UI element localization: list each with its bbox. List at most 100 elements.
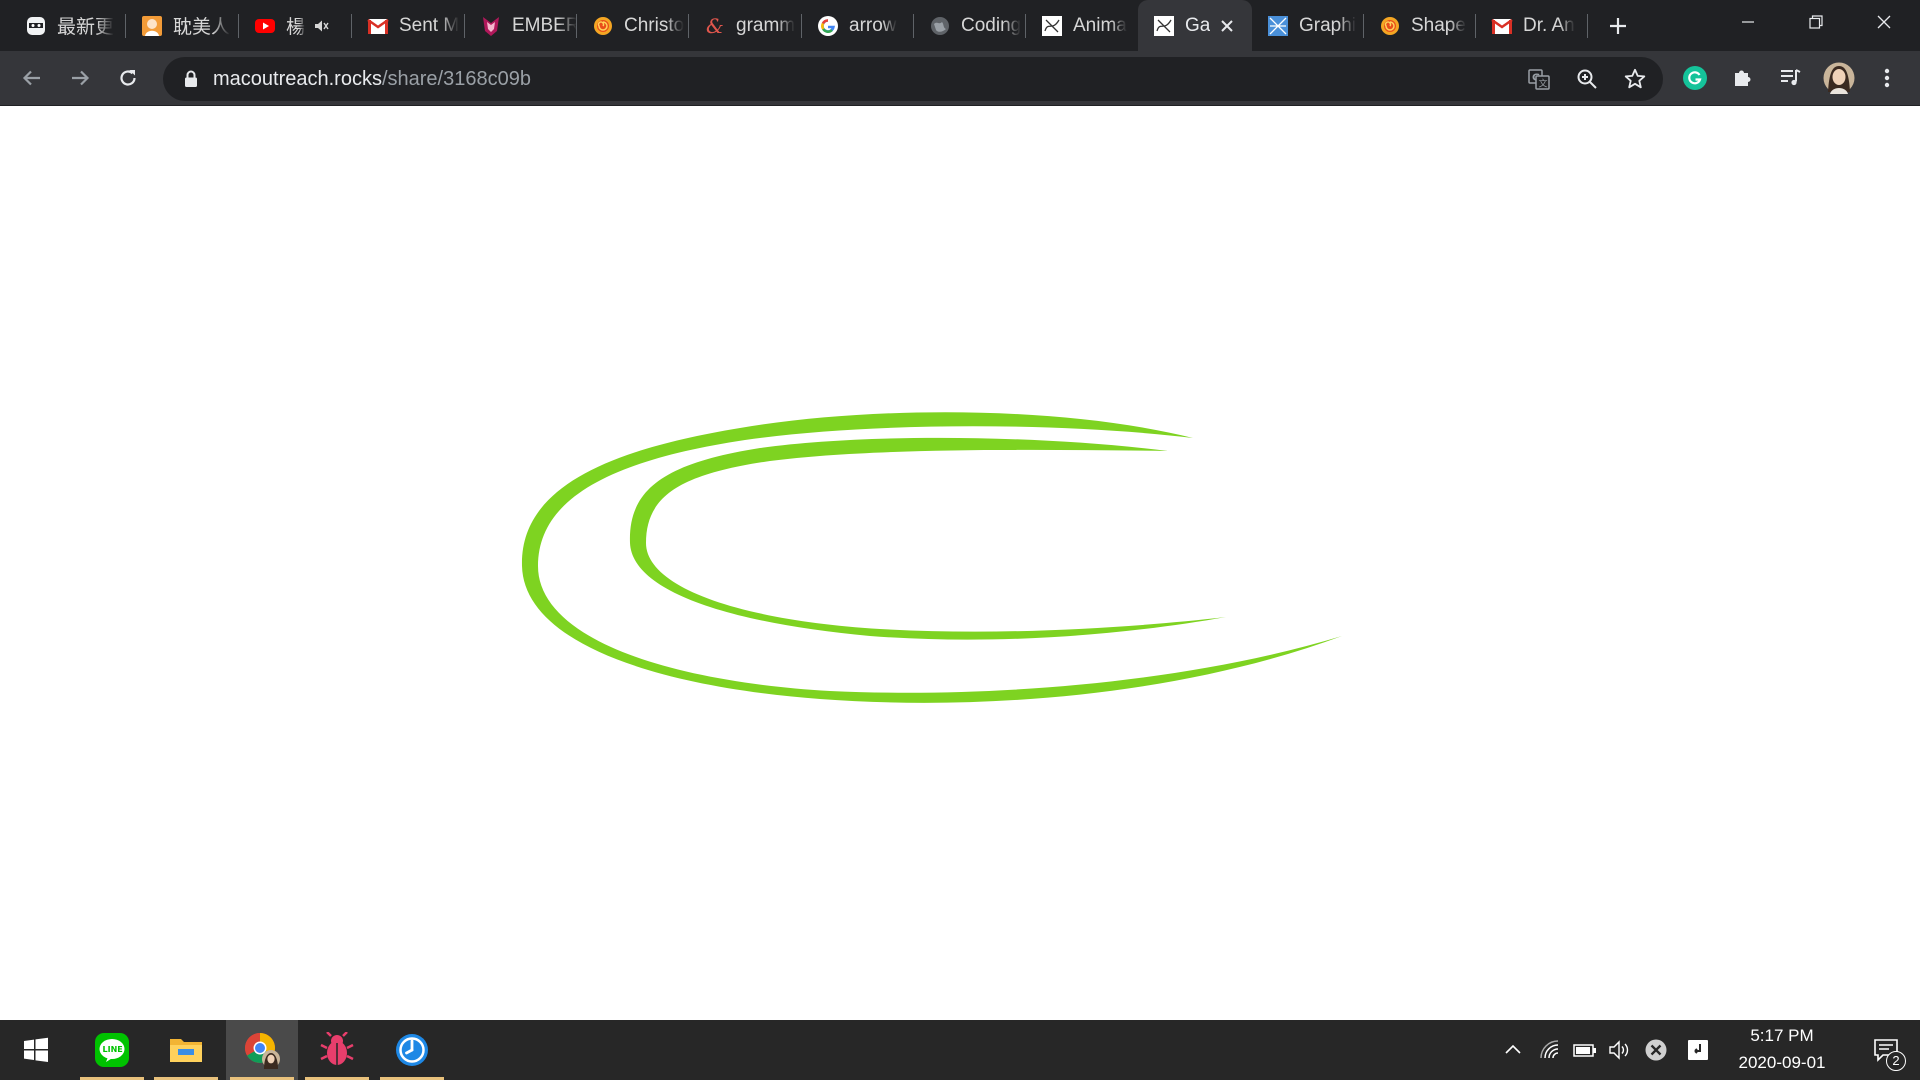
zoom-button[interactable]	[1572, 64, 1602, 94]
graphic-icon	[1267, 15, 1289, 37]
close-window-button[interactable]	[1850, 0, 1918, 44]
browser-menu-button[interactable]	[1867, 58, 1907, 98]
tab-title: arrow	[849, 14, 897, 36]
start-button[interactable]	[0, 1020, 72, 1080]
tab-8[interactable]: Coding	[914, 0, 1026, 51]
tab-title: Sent M	[399, 14, 460, 36]
url-path: /share/3168c09b	[381, 68, 531, 90]
tab-2[interactable]: 楊	[239, 0, 352, 51]
tab-12[interactable]: Shape	[1364, 0, 1476, 51]
lock-icon	[185, 70, 197, 87]
restore-button[interactable]	[1782, 0, 1850, 44]
gmail-icon	[1491, 15, 1513, 37]
input-method-button[interactable]	[1685, 1037, 1711, 1063]
url-host: macoutreach.rocks	[213, 68, 382, 90]
file-explorer-app[interactable]	[150, 1020, 222, 1080]
media-controls-button[interactable]	[1771, 58, 1811, 98]
minimize-icon	[1742, 21, 1754, 23]
grammarly-extension-button[interactable]	[1675, 58, 1715, 98]
tab-6[interactable]: & gramm	[689, 0, 802, 51]
circle-x-icon	[1645, 1039, 1667, 1061]
url-text[interactable]: macoutreach.rocks/share/3168c09b	[213, 57, 531, 101]
tab-1[interactable]: 耽美人	[126, 0, 239, 51]
restore-icon	[1809, 15, 1823, 29]
sketch-icon	[1153, 15, 1175, 37]
arrow-right-icon	[72, 70, 90, 86]
tab-title: 最新更	[57, 17, 115, 38]
close-icon	[1877, 15, 1891, 29]
playlist-music-icon	[1781, 69, 1801, 86]
forward-button[interactable]	[60, 58, 100, 98]
zoom-in-icon	[1577, 69, 1597, 89]
svg-text:文: 文	[1539, 78, 1548, 90]
line-app[interactable]: LINE	[76, 1020, 148, 1080]
page-viewport	[0, 106, 1920, 1020]
drawing-canvas	[521, 412, 1342, 703]
chevron-up-icon	[1505, 1044, 1521, 1054]
folder-icon	[170, 1039, 202, 1062]
extensions-button[interactable]	[1723, 58, 1763, 98]
tab-5[interactable]: Christo	[577, 0, 689, 51]
tab-10-active[interactable]: Ga	[1138, 0, 1252, 51]
avatar	[1823, 62, 1855, 94]
tab-title: 耽美人	[173, 17, 231, 38]
swirl-sun-icon	[592, 15, 614, 37]
wifi-icon	[1540, 1040, 1559, 1059]
tab-close-button[interactable]	[1214, 13, 1240, 39]
anime-avatar-icon	[141, 15, 163, 37]
clock-app[interactable]	[376, 1020, 448, 1080]
translate-button[interactable]: G文	[1524, 64, 1554, 94]
youtube-icon	[254, 15, 276, 37]
speaker-muted-icon[interactable]	[313, 17, 331, 35]
windows-taskbar: LINE 5:17 PM 2020-09-01 2	[0, 1020, 1920, 1080]
clock-time: 5:17 PM	[1750, 1026, 1814, 1045]
tab-4[interactable]: EMBER	[465, 0, 577, 51]
bug-app[interactable]	[301, 1020, 373, 1080]
tab-13[interactable]: Dr. An	[1476, 0, 1588, 51]
star-icon	[1624, 68, 1646, 89]
status-error-button[interactable]	[1643, 1037, 1669, 1063]
svg-text:&: &	[706, 15, 724, 37]
translate-icon: G文	[1528, 69, 1550, 90]
clock-date: 2020-09-01	[1738, 1053, 1826, 1072]
bookmark-button[interactable]	[1620, 64, 1650, 94]
tab-0[interactable]: 最新更	[10, 0, 126, 51]
arrow-left-icon	[22, 70, 40, 86]
line-icon: LINE	[95, 1033, 129, 1067]
stopwatch-icon	[396, 1034, 428, 1066]
reload-icon	[120, 70, 136, 86]
tab-title: Anima	[1073, 14, 1127, 36]
tab-7[interactable]: arrow	[802, 0, 914, 51]
tab-title: Coding	[961, 14, 1022, 36]
chrome-app[interactable]	[226, 1020, 298, 1080]
google-icon	[817, 15, 839, 37]
reload-button[interactable]	[108, 58, 148, 98]
profile-button[interactable]	[1819, 58, 1859, 98]
sketch-icon	[1041, 15, 1063, 37]
system-clock[interactable]: 5:17 PM 2020-09-01	[1720, 1020, 1844, 1080]
volume-button[interactable]	[1607, 1037, 1633, 1063]
tab-title: Shape	[1411, 14, 1466, 36]
svg-text:LINE: LINE	[103, 1045, 123, 1054]
back-button[interactable]	[12, 58, 52, 98]
battery-icon	[1573, 1044, 1596, 1057]
speaker-icon	[1609, 1040, 1629, 1060]
puzzle-icon	[1735, 70, 1751, 86]
tab-11[interactable]: Graphi	[1252, 0, 1364, 51]
tab-3[interactable]: Sent M	[352, 0, 465, 51]
network-button[interactable]	[1537, 1037, 1563, 1063]
action-center-button[interactable]: 2	[1856, 1020, 1916, 1080]
browser-toolbar: macoutreach.rocks/share/3168c09b G文	[0, 51, 1920, 106]
tab-title: Christo	[624, 14, 685, 36]
inner-arc	[629, 437, 1226, 640]
tab-title: 楊	[286, 17, 306, 38]
battery-button[interactable]	[1572, 1037, 1598, 1063]
tab-9[interactable]: Anima	[1026, 0, 1138, 51]
address-bar[interactable]: macoutreach.rocks/share/3168c09b G文	[163, 57, 1663, 101]
new-tab-button[interactable]	[1602, 10, 1634, 42]
grammarly-icon	[1683, 66, 1707, 90]
minimize-button[interactable]	[1714, 0, 1782, 44]
globe-icon	[929, 15, 951, 37]
bug-icon	[320, 1032, 354, 1065]
show-hidden-icons-button[interactable]	[1500, 1037, 1526, 1063]
